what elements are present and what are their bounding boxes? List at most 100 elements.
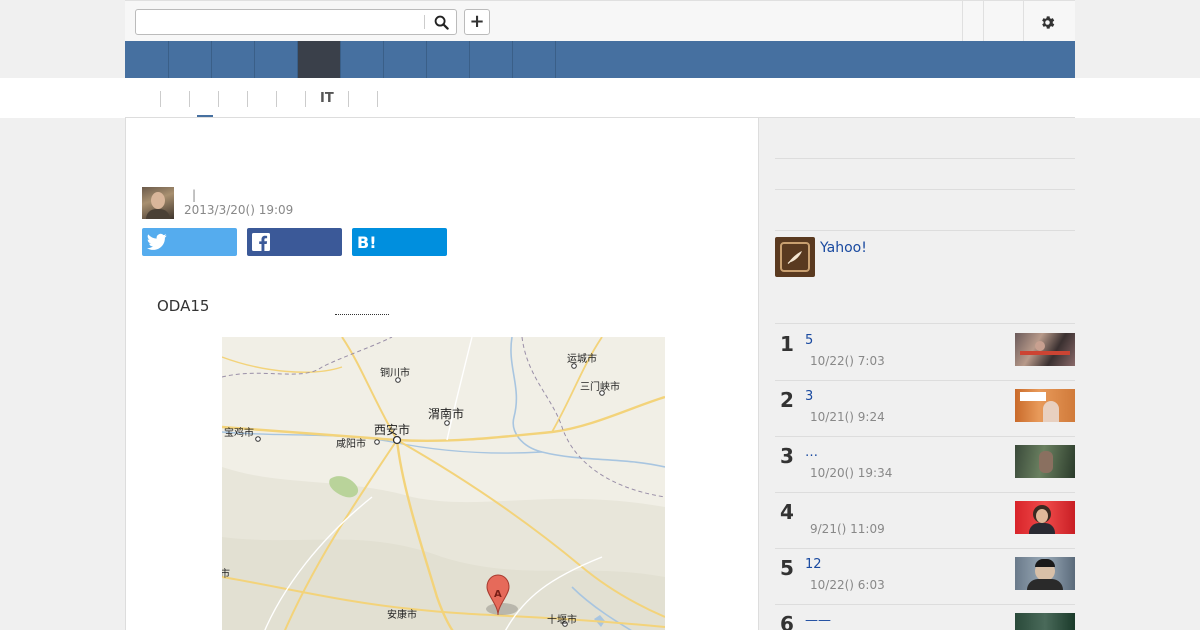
subnav-item-it[interactable]: IT	[306, 91, 349, 107]
search-box	[135, 9, 457, 35]
search-input[interactable]	[136, 10, 426, 34]
thumb-detail	[1036, 509, 1048, 523]
rank-date: 10/22() 7:03	[810, 354, 885, 368]
author-separator: |	[192, 188, 197, 202]
map-label: 铜川市	[380, 368, 410, 379]
rank-thumbnail[interactable]	[1015, 501, 1075, 534]
add-button[interactable]: +	[464, 9, 490, 35]
sidebar-divider	[775, 189, 1075, 190]
avatar[interactable]	[142, 187, 174, 219]
nav-item[interactable]	[212, 41, 255, 78]
top-bar: +	[125, 0, 1075, 41]
map-label: 安康市	[387, 610, 417, 621]
inline-link[interactable]	[335, 314, 389, 315]
avatar-face	[151, 192, 165, 209]
yahoo-feather-icon[interactable]	[775, 237, 815, 277]
rank-number: 3	[780, 444, 794, 468]
search-icon	[434, 15, 449, 30]
settings-button[interactable]	[1035, 10, 1059, 34]
twitter-icon	[147, 233, 167, 250]
subnav-item[interactable]	[349, 91, 378, 107]
subnav-item[interactable]	[160, 91, 190, 107]
thumb-detail	[1043, 401, 1059, 422]
sidebar-divider	[775, 158, 1075, 159]
nav-item[interactable]	[341, 41, 384, 78]
rank-thumbnail[interactable]	[1015, 333, 1075, 366]
article-card: | 2013/3/20() 19:09 B! ODA15 运城市 铜川市 三门峡…	[125, 118, 759, 630]
rank-number: 4	[780, 500, 794, 524]
nav-item[interactable]	[255, 41, 298, 78]
ranking-item[interactable]: 2 3 10/21() 9:24	[775, 380, 1075, 436]
nav-item[interactable]	[169, 41, 212, 78]
rank-thumbnail[interactable]	[1015, 445, 1075, 478]
nav-item[interactable]	[384, 41, 427, 78]
rank-number: 1	[780, 332, 794, 356]
topbar-divider	[1023, 1, 1024, 41]
ranking-item[interactable]: 4 9/21() 11:09	[775, 492, 1075, 548]
map-label: 运城市	[567, 354, 597, 365]
twitter-share-button[interactable]	[142, 228, 237, 256]
ranking-item[interactable]: 6 ——	[775, 604, 1075, 630]
map-label: 三门峡市	[580, 382, 620, 393]
yahoo-link[interactable]: Yahoo!	[820, 240, 867, 256]
rank-title[interactable]: 12	[805, 557, 822, 572]
nav-item[interactable]	[125, 41, 169, 78]
thumb-detail	[1020, 392, 1046, 401]
map-label: 渭南市	[428, 407, 465, 421]
rank-number: 6	[780, 612, 794, 630]
gear-icon	[1041, 15, 1054, 29]
map-label: 西安市	[374, 423, 411, 437]
hatena-icon: B!	[357, 232, 377, 252]
nav-item[interactable]	[513, 41, 556, 78]
hatena-bookmark-button[interactable]: B!	[352, 228, 447, 256]
rank-title[interactable]: …	[805, 445, 818, 460]
rank-title[interactable]: ——	[805, 613, 831, 628]
article-body-intro: ODA15	[157, 297, 210, 315]
nav-item-active[interactable]	[298, 41, 341, 78]
thumb-detail	[1035, 341, 1045, 351]
ranking-item[interactable]: 3 … 10/20() 19:34	[775, 436, 1075, 492]
rank-thumbnail[interactable]	[1015, 613, 1075, 630]
map-marker-label: A	[494, 589, 502, 600]
search-button[interactable]	[430, 12, 452, 32]
thumb-detail	[1020, 351, 1070, 355]
subnav-item[interactable]	[248, 91, 277, 107]
map-label: 咸阳市	[336, 439, 366, 450]
nav-item[interactable]	[427, 41, 470, 78]
map-label: 汉中市	[222, 569, 230, 580]
article-date: 2013/3/20() 19:09	[184, 203, 294, 217]
rank-date: 10/22() 6:03	[810, 578, 885, 592]
rank-date: 10/21() 9:24	[810, 410, 885, 424]
thumb-detail	[1029, 523, 1055, 534]
feather-icon-frame	[780, 242, 810, 272]
map-label: 十堰市	[547, 615, 577, 626]
thumb-detail	[1035, 559, 1055, 567]
subnav-item[interactable]	[219, 91, 248, 107]
ranking-item[interactable]: 5 12 10/22() 6:03	[775, 548, 1075, 604]
feather-icon	[787, 251, 802, 264]
rank-number: 2	[780, 388, 794, 412]
map-image[interactable]: 运城市 铜川市 三门峡市 渭南市 宝鸡市 西安市 咸阳市 安康市 十堰市 汉中市…	[222, 337, 665, 630]
rank-date: 9/21() 11:09	[810, 522, 885, 536]
rank-thumbnail[interactable]	[1015, 389, 1075, 422]
rank-number: 5	[780, 556, 794, 580]
rank-thumbnail[interactable]	[1015, 557, 1075, 590]
subnav-item[interactable]	[277, 91, 306, 107]
sidebar-divider	[775, 230, 1075, 231]
facebook-share-button[interactable]	[247, 228, 342, 256]
thumb-detail	[1039, 451, 1053, 473]
rank-title[interactable]: 3	[805, 389, 813, 404]
facebook-icon	[252, 233, 270, 251]
nav-item[interactable]	[470, 41, 513, 78]
search-divider	[424, 15, 425, 29]
ranking-item[interactable]: 1 5 10/22() 7:03	[775, 324, 1075, 380]
sub-nav: IT	[160, 91, 378, 107]
rank-date: 10/20() 19:34	[810, 466, 893, 480]
rank-title[interactable]: 5	[805, 333, 813, 348]
subnav-item-active[interactable]	[190, 91, 219, 107]
avatar-body	[146, 209, 170, 219]
map-label: 宝鸡市	[224, 428, 254, 439]
topbar-divider	[983, 1, 984, 41]
topbar-divider	[962, 1, 963, 41]
thumb-detail	[1027, 579, 1063, 590]
